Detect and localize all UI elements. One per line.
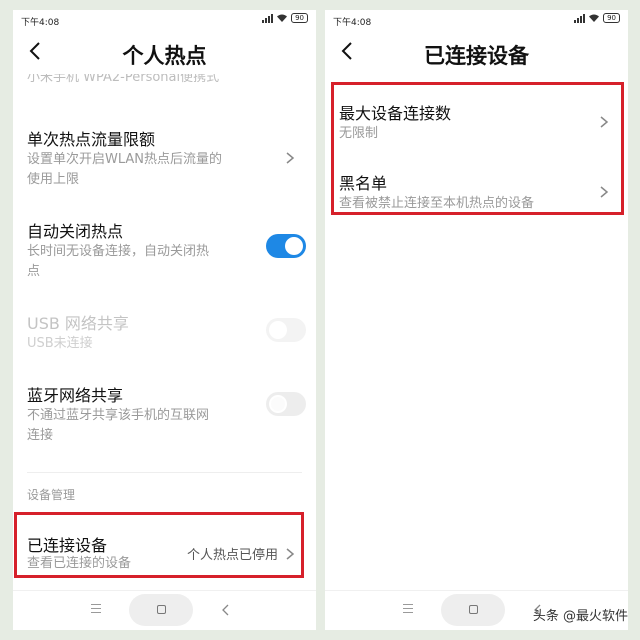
signal-icon [574, 13, 586, 23]
list-item-traffic-limit[interactable]: 单次热点流量限额 设置单次开启WLAN热点后流量的 使用上限 [13, 122, 316, 192]
page-title: 个人热点 [122, 44, 207, 68]
title-bar: 个人热点 [13, 32, 316, 72]
usb-tethering-toggle[interactable] [266, 318, 306, 342]
item-title: 蓝牙网络共享 [27, 386, 124, 405]
status-bar: 下午4:08 90 [325, 10, 628, 30]
status-time: 下午4:08 [21, 18, 60, 28]
navigation-bar [13, 590, 316, 630]
watermark: 头条 @最火软件 [532, 609, 628, 624]
item-subtitle: 连接 [27, 428, 54, 443]
chevron-right-icon [284, 150, 296, 164]
highlight-box [331, 82, 624, 215]
list-item-usb-tethering: USB 网络共享 USB未连接 [13, 306, 316, 354]
right-screen: 下午4:08 90 已连接设备 最大设备连接数 无限制 黑名单 查看被禁止连接至… [325, 10, 628, 630]
left-screen: 下午4:08 90 个人热点 小米手机 WPA2-Personal便携式 单次热… [13, 10, 316, 630]
home-icon [469, 605, 478, 614]
title-bar: 已连接设备 [325, 32, 628, 72]
item-title: USB 网络共享 [27, 314, 129, 333]
highlight-box [14, 512, 304, 578]
list-item-bluetooth-tethering: 蓝牙网络共享 不通过蓝牙共享该手机的互联网 连接 [13, 378, 316, 444]
list-item-auto-close: 自动关闭热点 长时间无设备连接，自动关闭热 点 [13, 214, 316, 280]
battery-icon: 90 [291, 13, 308, 23]
item-subtitle: USB未连接 [27, 336, 93, 351]
item-title: 自动关闭热点 [27, 222, 124, 241]
wifi-icon [589, 14, 600, 22]
nav-back-icon[interactable] [221, 602, 231, 616]
item-subtitle: 设置单次开启WLAN热点后流量的 [27, 152, 223, 167]
home-button[interactable] [129, 594, 193, 626]
signal-icon [262, 13, 274, 23]
divider [27, 472, 302, 473]
battery-icon: 90 [603, 13, 620, 23]
item-title: 单次热点流量限额 [27, 130, 156, 149]
wifi-icon [277, 14, 288, 22]
item-subtitle: 不通过蓝牙共享该手机的互联网 [27, 408, 210, 423]
menu-icon[interactable] [91, 604, 101, 614]
partial-subtitle: 小米手机 WPA2-Personal便携式 [27, 74, 220, 85]
bluetooth-tethering-toggle[interactable] [266, 392, 306, 416]
menu-icon[interactable] [403, 604, 413, 614]
auto-close-toggle[interactable] [266, 234, 306, 258]
home-button[interactable] [441, 594, 505, 626]
home-icon [157, 605, 166, 614]
item-subtitle: 使用上限 [27, 172, 80, 187]
page-title: 已连接设备 [424, 44, 529, 68]
status-bar: 下午4:08 90 [13, 10, 316, 30]
status-time: 下午4:08 [333, 18, 372, 28]
item-subtitle: 点 [27, 264, 41, 279]
item-subtitle: 长时间无设备连接，自动关闭热 [27, 244, 210, 259]
section-label: 设备管理 [27, 488, 76, 502]
